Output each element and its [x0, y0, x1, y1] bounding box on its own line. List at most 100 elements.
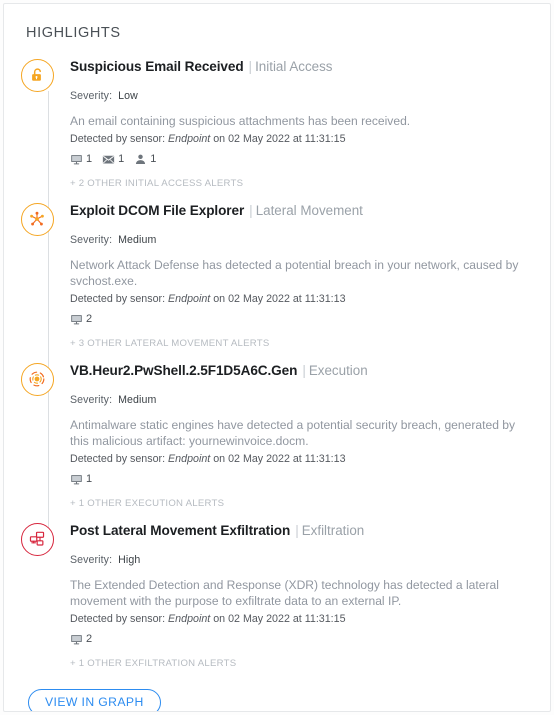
- alert-tactic: Execution: [308, 362, 368, 378]
- alert-severity-row: Severity: High: [70, 554, 530, 566]
- monitor-icon: [71, 474, 82, 484]
- detected-sensor: Endpoint: [168, 452, 211, 465]
- alert-entity-counts: 1 1 1: [70, 152, 530, 167]
- headline-separator: |: [302, 362, 306, 378]
- alert-severity-row: Severity: Medium: [70, 394, 530, 406]
- detected-sensor: Endpoint: [168, 292, 211, 305]
- alert-detected-line: Detected by sensor: Endpoint on 02 May 2…: [70, 452, 530, 467]
- headline-separator: |: [295, 522, 299, 538]
- alert-name: Suspicious Email Received: [70, 59, 244, 74]
- alert-severity-badge: [20, 522, 54, 556]
- envelope-icon: [102, 155, 115, 164]
- alert-headline: Exploit DCOM File Explorer | Lateral Movem…: [70, 202, 530, 220]
- detected-prefix: Detected by sensor:: [70, 452, 166, 465]
- severity-label: Severity:: [70, 233, 113, 246]
- alert-tactic: Lateral Movement: [255, 202, 363, 218]
- unlocked-padlock-icon: [31, 68, 41, 81]
- alert-detected-line: Detected by sensor: Endpoint on 02 May 2…: [70, 132, 530, 147]
- headline-separator: |: [249, 202, 253, 218]
- alert-severity-row: Severity: Low: [70, 90, 530, 102]
- detected-sensor: Endpoint: [168, 612, 211, 625]
- endpoint-count[interactable]: 1: [70, 153, 92, 166]
- alert-badge-container: [4, 197, 70, 236]
- alert-body: Post Lateral Movement Exfiltration | Exfil…: [70, 517, 536, 669]
- alert-tactic: Exfiltration: [301, 522, 365, 538]
- highlights-card: HIGHLIGHTS Suspicious Email Received | I…: [3, 3, 551, 712]
- severity-label: Severity:: [70, 553, 113, 566]
- alert-description: Network Attack Defense has detected a po…: [70, 257, 519, 289]
- endpoint-count[interactable]: 1: [70, 473, 92, 486]
- other-alerts-link[interactable]: + 3 OTHER LATERAL MOVEMENT ALERTS: [70, 338, 530, 349]
- alert-entity-counts: 2: [70, 312, 530, 327]
- alert-severity-badge: [20, 362, 54, 396]
- detected-prefix: Detected by sensor:: [70, 132, 166, 145]
- detected-timestamp: on 02 May 2022 at 11:31:13: [213, 452, 346, 465]
- alert-headline: VB.Heur2.PwShell.2.5F1D5A6C.Gen | Executio…: [70, 362, 530, 380]
- alert-body: Exploit DCOM File Explorer | Lateral Movem…: [70, 197, 536, 349]
- detected-prefix: Detected by sensor:: [70, 612, 166, 625]
- endpoint-count[interactable]: 2: [70, 313, 92, 326]
- user-count[interactable]: 1: [134, 153, 156, 166]
- other-alerts-link[interactable]: + 1 OTHER EXECUTION ALERTS: [70, 498, 530, 509]
- monitor-icon: [71, 634, 82, 644]
- alert-headline: Suspicious Email Received | Initial Access: [70, 58, 530, 76]
- alert-description: Antimalware static engines have detected…: [70, 417, 516, 449]
- monitor-icon: [71, 154, 82, 164]
- alert-severity-badge: [20, 202, 54, 236]
- other-alerts-link[interactable]: + 2 OTHER INITIAL ACCESS ALERTS: [70, 178, 530, 189]
- detected-timestamp: on 02 May 2022 at 11:31:15: [213, 612, 346, 625]
- alert-body: VB.Heur2.PwShell.2.5F1D5A6C.Gen | Executio…: [70, 357, 536, 509]
- alert-detected-line: Detected by sensor: Endpoint on 02 May 2…: [70, 612, 530, 627]
- alert-name: VB.Heur2.PwShell.2.5F1D5A6C.Gen: [70, 362, 298, 378]
- detected-timestamp: on 02 May 2022 at 11:31:15: [213, 132, 346, 145]
- email-count-value: 1: [118, 153, 125, 165]
- severity-value: Medium: [118, 233, 157, 246]
- severity-value: Medium: [118, 393, 157, 406]
- alert-entity-counts: 1: [70, 472, 530, 487]
- alert-item[interactable]: VB.Heur2.PwShell.2.5F1D5A6C.Gen | Executio…: [4, 357, 550, 509]
- alert-badge-container: [4, 53, 70, 92]
- page-title: HIGHLIGHTS: [26, 25, 121, 41]
- detected-prefix: Detected by sensor:: [70, 292, 166, 305]
- alert-name: Post Lateral Movement Exfiltration: [70, 522, 291, 538]
- alert-name: Exploit DCOM File Explorer: [70, 202, 245, 218]
- alert-headline: Post Lateral Movement Exfiltration | Exfil…: [70, 522, 530, 540]
- alert-severity-badge: [20, 59, 54, 92]
- alert-entity-counts: 2: [70, 632, 530, 647]
- email-count[interactable]: 1: [102, 153, 124, 166]
- target-radial-icon: [29, 371, 45, 387]
- connected-screens-icon: [29, 531, 45, 546]
- endpoint-count-value: 2: [86, 313, 93, 325]
- alert-badge-container: [4, 517, 70, 556]
- headline-separator: |: [248, 59, 253, 74]
- severity-label: Severity:: [70, 90, 113, 102]
- alert-item[interactable]: Suspicious Email Received | Initial Access…: [4, 53, 550, 189]
- endpoint-count-value: 1: [86, 153, 93, 165]
- user-icon: [136, 154, 146, 164]
- highlights-panel-page: HIGHLIGHTS Suspicious Email Received | I…: [0, 0, 554, 715]
- alert-description: The Extended Detection and Response (XDR…: [70, 577, 499, 609]
- network-node-icon: [30, 211, 44, 226]
- severity-value: Low: [118, 90, 138, 102]
- alert-severity-row: Severity: Medium: [70, 234, 530, 246]
- severity-value: High: [118, 553, 141, 566]
- alert-tactic: Initial Access: [255, 59, 333, 74]
- endpoint-count[interactable]: 2: [70, 633, 92, 646]
- alert-body: Suspicious Email Received | Initial Access…: [70, 53, 536, 189]
- detected-timestamp: on 02 May 2022 at 11:31:13: [213, 292, 346, 305]
- alert-badge-container: [4, 357, 70, 396]
- endpoint-count-value: 1: [86, 473, 93, 485]
- other-alerts-link[interactable]: + 1 OTHER EXFILTRATION ALERTS: [70, 658, 530, 669]
- severity-label: Severity:: [70, 393, 113, 406]
- user-count-value: 1: [150, 153, 157, 165]
- card-footer: VIEW IN GRAPH: [4, 677, 550, 711]
- detected-sensor: Endpoint: [168, 132, 211, 145]
- alert-description: An email containing suspicious attachmen…: [70, 114, 411, 128]
- alert-item[interactable]: Exploit DCOM File Explorer | Lateral Movem…: [4, 197, 550, 349]
- alert-item[interactable]: Post Lateral Movement Exfiltration | Exfil…: [4, 517, 550, 669]
- alert-detected-line: Detected by sensor: Endpoint on 02 May 2…: [70, 292, 530, 307]
- view-in-graph-button[interactable]: VIEW IN GRAPH: [28, 688, 161, 711]
- endpoint-count-value: 2: [86, 633, 93, 645]
- alerts-timeline: Suspicious Email Received | Initial Access…: [4, 53, 550, 669]
- monitor-icon: [71, 314, 82, 324]
